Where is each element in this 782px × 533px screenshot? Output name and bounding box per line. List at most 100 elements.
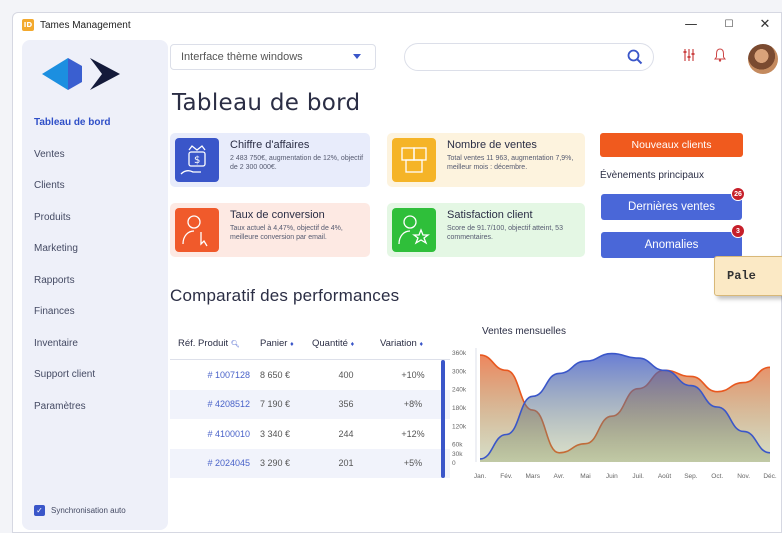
x-tick-label: Juil.	[632, 473, 644, 480]
minimize-button[interactable]: —	[673, 16, 709, 34]
cell-panier: 7 190 €	[260, 399, 291, 410]
x-tick-label: Oct.	[711, 473, 723, 480]
table-header: Réf. Produit 🔍︎ Panier ♦ Quantité ♦ Vari…	[170, 328, 450, 360]
search-input[interactable]	[404, 43, 654, 71]
card-chiffre-affaires[interactable]: $ Chiffre d'affaires 2 483 750€, augment…	[170, 133, 370, 187]
anomalies-button[interactable]: Anomalies	[601, 232, 742, 258]
x-tick-label: Mai	[580, 473, 590, 480]
card-title: Satisfaction client	[447, 209, 533, 221]
card-title: Chiffre d'affaires	[230, 139, 310, 151]
filter-icon[interactable]	[682, 48, 696, 62]
search-icon[interactable]	[627, 49, 643, 65]
x-tick-label: Août	[658, 473, 672, 480]
sort-icon[interactable]: ♦	[419, 341, 423, 348]
sync-toggle[interactable]: ✓ Synchronisation auto	[34, 505, 126, 516]
card-description: Total ventes 11 963, augmentation 7,9%, …	[447, 155, 574, 171]
col-quantite[interactable]: Quantité ♦	[312, 338, 380, 349]
y-tick-label: 360k	[452, 350, 467, 357]
sidebar-item-clients[interactable]: Clients	[34, 179, 111, 211]
cell-variation: +8%	[403, 399, 423, 410]
sidebar-item-support-client[interactable]: Support client	[34, 368, 111, 400]
x-tick-label: Mars	[526, 473, 541, 480]
y-tick-label: 30k	[452, 451, 463, 458]
y-tick-label: 240k	[452, 387, 467, 394]
col-variation[interactable]: Variation ♦	[380, 338, 446, 349]
checkbox-icon[interactable]: ✓	[34, 505, 45, 516]
page-title: Tableau de bord	[172, 90, 361, 116]
person-click-icon	[175, 208, 219, 252]
chart-title: Ventes mensuelles	[482, 326, 566, 337]
sidebar-item-finances[interactable]: Finances	[34, 305, 111, 337]
sidebar-item-inventaire[interactable]: Inventaire	[34, 337, 111, 369]
cell-ref[interactable]: # 4208512	[170, 399, 260, 409]
cell-panier: 8 650 €	[260, 369, 291, 380]
sidebar-nav: Tableau de bord Ventes Clients Produits …	[34, 116, 111, 431]
theme-select[interactable]: Interface thème windows	[170, 44, 376, 70]
sort-icon[interactable]: ♦	[351, 341, 355, 348]
maximize-button[interactable]: ☐	[711, 16, 747, 34]
x-tick-label: Jan.	[474, 473, 486, 480]
palette-tooltip: Pale	[714, 256, 782, 296]
chevron-down-icon	[353, 54, 361, 59]
col-panier[interactable]: Panier ♦	[260, 338, 312, 349]
card-nombre-ventes[interactable]: Nombre de ventes Total ventes 11 963, au…	[387, 133, 585, 187]
table-row[interactable]: # 1007128 8 650 € 400 +10%	[170, 360, 450, 390]
avatar[interactable]	[748, 44, 778, 74]
person-star-icon	[392, 208, 436, 252]
y-tick-label: 300k	[452, 368, 467, 375]
sidebar-item-rapports[interactable]: Rapports	[34, 274, 111, 306]
card-satisfaction-client[interactable]: Satisfaction client Score de 91.7/100, o…	[387, 203, 585, 257]
cell-ref[interactable]: # 2024045	[170, 458, 260, 468]
x-tick-label: Avr.	[554, 473, 565, 480]
events-title: Évènements principaux	[600, 170, 704, 181]
sort-icon[interactable]: ♦	[290, 341, 294, 348]
x-tick-label: Sep.	[684, 473, 698, 480]
cell-quantite: 356	[338, 399, 354, 410]
table-scrollbar[interactable]	[441, 360, 445, 478]
table-row[interactable]: # 2024045 3 290 € 201 +5%	[170, 448, 450, 478]
sidebar-item-tableau-de-bord[interactable]: Tableau de bord	[34, 116, 111, 148]
company-logo-icon	[42, 58, 120, 90]
nouveaux-clients-button[interactable]: Nouveaux clients	[600, 133, 743, 157]
y-tick-label: 180k	[452, 405, 467, 412]
cell-variation: +5%	[403, 458, 423, 469]
title-bar: ID Tames Management — ☐ ✕	[13, 13, 781, 37]
notification-badge: 3	[731, 224, 745, 238]
boxes-icon	[392, 138, 436, 182]
sidebar-item-ventes[interactable]: Ventes	[34, 148, 111, 180]
card-description: Score de 91.7/100, objectif atteint, 53 …	[447, 225, 563, 241]
svg-text:$: $	[194, 155, 200, 166]
notification-badge: 26	[731, 187, 745, 201]
sidebar-item-parametres[interactable]: Paramètres	[34, 400, 111, 432]
table-row[interactable]: # 4100010 3 340 € 244 +12%	[170, 419, 450, 449]
close-button[interactable]: ✕	[747, 16, 781, 34]
cell-panier: 3 340 €	[260, 428, 291, 439]
search-icon[interactable]: 🔍︎	[231, 341, 240, 348]
cell-ref[interactable]: # 4100010	[170, 429, 260, 439]
cell-quantite: 244	[338, 428, 354, 439]
sidebar: Tableau de bord Ventes Clients Produits …	[22, 40, 168, 530]
y-tick-label: 60k	[452, 442, 463, 449]
sales-chart: 0 30k 60k 120k 180k 240k 300k 360k Jan. Fév. Mars A…	[452, 348, 777, 480]
cell-variation: +10%	[401, 369, 425, 380]
bell-icon[interactable]	[714, 48, 726, 62]
x-tick-label: Déc.	[763, 473, 777, 480]
y-tick-label: 120k	[452, 423, 467, 430]
sidebar-item-marketing[interactable]: Marketing	[34, 242, 111, 274]
cell-ref[interactable]: # 1007128	[170, 370, 260, 380]
x-tick-label: Nov.	[737, 473, 750, 480]
sync-label: Synchronisation auto	[51, 506, 126, 515]
dernieres-ventes-button[interactable]: Dernières ventes	[601, 194, 742, 220]
card-taux-conversion[interactable]: Taux de conversion Taux actuel à 4,47%, …	[170, 203, 370, 257]
app-logo-icon: ID	[22, 19, 34, 31]
cell-variation: +12%	[401, 428, 425, 439]
theme-select-value: Interface thème windows	[181, 51, 303, 63]
x-tick-label: Juin	[606, 473, 618, 480]
money-hand-icon: $	[175, 138, 219, 182]
card-title: Nombre de ventes	[447, 139, 537, 151]
table-row[interactable]: # 4208512 7 190 € 356 +8%	[170, 389, 450, 419]
col-ref-produit[interactable]: Réf. Produit 🔍︎	[170, 338, 260, 349]
window-title: Tames Management	[40, 19, 131, 31]
section-title: Comparatif des performances	[170, 286, 400, 305]
sidebar-item-produits[interactable]: Produits	[34, 211, 111, 243]
